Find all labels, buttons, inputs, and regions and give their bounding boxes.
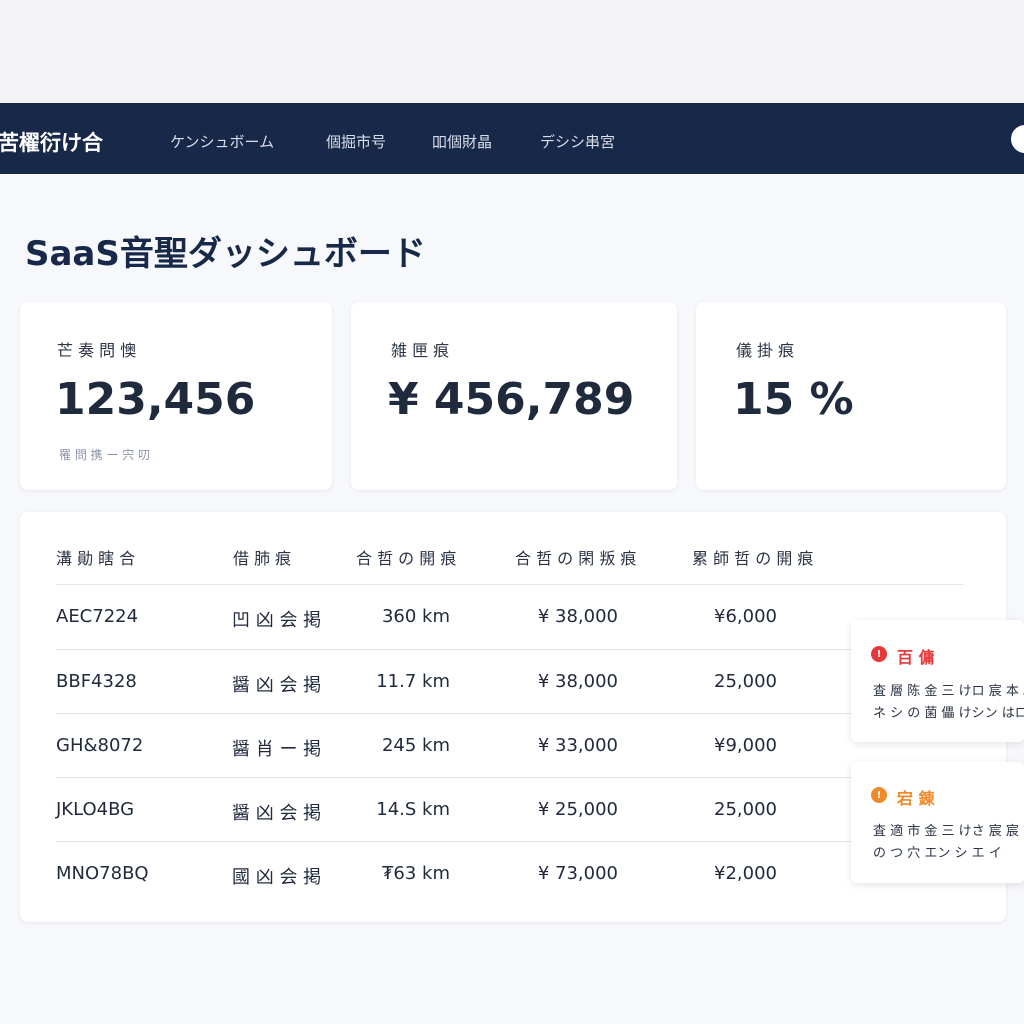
row-divider: [56, 649, 964, 650]
kpi-subtext: 罹 問 携 ー 宍 叨: [59, 448, 151, 462]
window-top-bar: [0, 0, 1024, 103]
cell-status: 醤 凶 会 掲: [232, 803, 322, 824]
cell-amount: ¥ 73,000: [537, 863, 618, 884]
cell-distance: ₮63 km: [381, 863, 450, 884]
kpi-label: 芒 奏 問 懊: [57, 341, 137, 360]
row-divider: [56, 584, 964, 585]
top-navbar: 苦櫂衍け合 ケンシュボーム 個掘市号 吅個財晶 デシシ串宮: [0, 103, 1024, 174]
app-brand[interactable]: 苦櫂衍け合: [0, 127, 103, 157]
cell-distance: 14.S km: [376, 799, 450, 820]
cell-amount: ¥ 25,000: [537, 799, 618, 820]
row-divider: [56, 713, 964, 714]
alert-icon: !: [871, 646, 887, 662]
row-divider: [56, 777, 964, 778]
cell-status: 國 凶 会 掲: [232, 867, 322, 888]
cell-fee: 25,000: [714, 671, 777, 692]
cell-id: GH&8072: [56, 735, 144, 756]
alert-title: 百 傭: [897, 648, 935, 667]
cell-id: MNO78BQ: [56, 863, 149, 884]
nav-link-2[interactable]: 個掘市号: [326, 131, 386, 152]
nav-link-3[interactable]: 吅個財晶: [432, 131, 492, 152]
alert-text: 査 適 市 金 三 けさ 宸 宸 亦 」: [873, 824, 1024, 839]
alert-text: 査 層 陈 金 三 けロ 宸 本 。: [873, 684, 1024, 699]
cell-id: JKLO4BG: [56, 799, 135, 820]
cell-id: AEC7224: [56, 606, 139, 627]
kpi-value: 15 %: [733, 374, 854, 425]
row-divider: [56, 841, 964, 842]
kpi-label: 儀 掛 痕: [736, 341, 795, 360]
cell-distance: 11.7 km: [376, 671, 450, 692]
table-header-id[interactable]: 溝 勛 瞎 合: [56, 545, 135, 569]
cell-id: BBF4328: [56, 671, 137, 692]
cell-fee: ¥6,000: [714, 606, 777, 627]
cell-status: 醤 凶 会 掲: [232, 675, 322, 696]
table-header-2[interactable]: 借 肺 痕: [233, 545, 291, 569]
kpi-value: 123,456: [55, 374, 256, 425]
cell-amount: ¥ 38,000: [537, 671, 618, 692]
cell-distance: 360 km: [381, 606, 450, 627]
warning-icon: !: [871, 787, 887, 803]
cell-distance: 245 km: [381, 735, 450, 756]
alert-text: ネ シ の 菌 儡 けシン はロ 孟 ・: [873, 706, 1024, 721]
cell-amount: ¥ 33,000: [537, 735, 618, 756]
kpi-value: ¥ 456,789: [388, 374, 635, 425]
table-header-4[interactable]: 合 哲 の 閑 叛 痕: [515, 545, 636, 569]
alert-title: 宕 錬: [897, 789, 935, 808]
cell-status: 醤 肖 ー 掲: [232, 739, 322, 760]
nav-link-4[interactable]: デシシ串宮: [540, 131, 615, 152]
cell-amount: ¥ 38,000: [537, 606, 618, 627]
kpi-label: 雑 匣 痕: [391, 341, 450, 360]
alert-text: の つ 穴 エン シ エ イ: [873, 846, 1002, 861]
page-title: SaaS音聖ダッシュボード: [25, 234, 426, 274]
cell-status: 凹 凶 会 掲: [232, 610, 322, 631]
cell-fee: 25,000: [714, 799, 777, 820]
cell-fee: ¥9,000: [714, 735, 777, 756]
table-header-5[interactable]: 累 師 哲 の 開 痕: [692, 545, 813, 569]
table-header-3[interactable]: 合 哲 の 開 痕: [356, 545, 456, 569]
nav-link-dashboard[interactable]: ケンシュボーム: [170, 131, 274, 152]
cell-fee: ¥2,000: [714, 863, 777, 884]
